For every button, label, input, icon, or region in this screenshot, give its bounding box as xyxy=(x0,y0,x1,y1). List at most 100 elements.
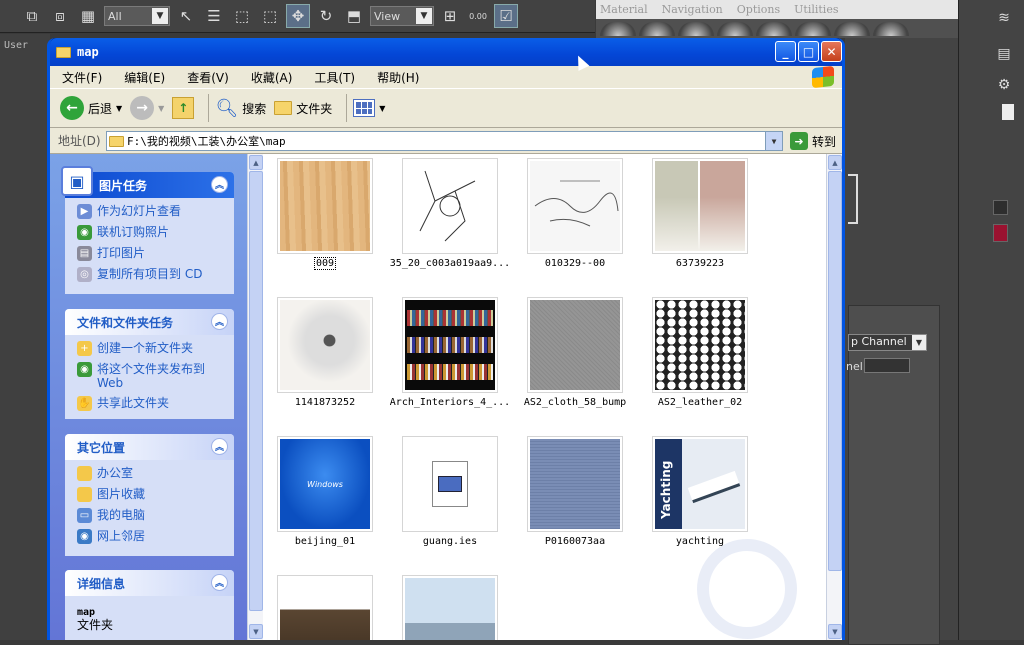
select-link-icon[interactable]: ⧉ xyxy=(20,4,44,28)
file-thumbnail[interactable]: Windows xyxy=(277,436,373,532)
maximize-button[interactable]: □ xyxy=(798,41,819,62)
file-thumbnail[interactable] xyxy=(652,297,748,393)
window-crossing-icon[interactable]: ⬚ xyxy=(258,4,282,28)
right-scrollbar[interactable]: ▲ ▼ xyxy=(826,154,842,640)
material-sphere[interactable] xyxy=(717,22,753,36)
chevron-down-icon[interactable]: ▼ xyxy=(765,132,782,150)
selection-filter-dropdown[interactable]: All ▼ xyxy=(104,6,170,26)
material-sphere[interactable] xyxy=(678,22,714,36)
mat-menu-material[interactable]: Material xyxy=(600,3,648,16)
other-places-header[interactable]: 其它位置 ︽ xyxy=(65,434,234,460)
search-button[interactable]: 🔍︎ 搜索 xyxy=(215,98,266,119)
pivot-center-icon[interactable]: ⊞ xyxy=(438,4,462,28)
color-swatch-dark[interactable] xyxy=(993,200,1008,215)
file-thumbnail[interactable]: Yachting xyxy=(652,436,748,532)
material-sphere[interactable] xyxy=(600,22,636,36)
channel-spinner[interactable] xyxy=(864,358,910,373)
panel-swatch[interactable] xyxy=(1002,104,1014,120)
address-field[interactable]: F:\我的视频\工装\办公室\map ▼ xyxy=(106,131,783,151)
file-thumbnail[interactable] xyxy=(277,575,373,640)
file-name[interactable]: yachting xyxy=(625,536,775,547)
file-thumbnail[interactable] xyxy=(277,158,373,254)
menu-view[interactable]: 查看(V) xyxy=(187,69,229,86)
place-my-pictures[interactable]: 图片收藏 xyxy=(77,487,234,502)
select-scale-icon[interactable]: ⬒ xyxy=(342,4,366,28)
scroll-up-icon[interactable]: ▲ xyxy=(249,155,263,170)
hierarchy-icon[interactable]: ⚙ xyxy=(992,75,1016,95)
file-thumbnail[interactable] xyxy=(402,158,498,254)
collapse-icon[interactable]: ︽ xyxy=(211,574,228,591)
menu-help[interactable]: 帮助(H) xyxy=(377,69,419,86)
collapse-icon[interactable]: ︽ xyxy=(211,438,228,455)
file-thumbnail[interactable] xyxy=(527,436,623,532)
forward-arrow-icon: → xyxy=(130,96,155,120)
unlink-icon[interactable]: ⧈ xyxy=(48,4,72,28)
scroll-down-icon[interactable]: ▼ xyxy=(249,624,263,639)
select-rotate-icon[interactable]: ↻ xyxy=(314,4,338,28)
mat-menu-navigation[interactable]: Navigation xyxy=(662,3,723,16)
rectangular-selection-icon[interactable]: ⬚ xyxy=(230,4,254,28)
material-sphere[interactable] xyxy=(639,22,675,36)
file-name[interactable]: 63739223 xyxy=(625,258,775,269)
snap-toggle-icon[interactable]: ☑ xyxy=(494,4,518,28)
list-icon[interactable]: ▤ xyxy=(992,44,1016,64)
scroll-down-icon[interactable]: ▼ xyxy=(828,624,842,639)
back-button[interactable]: ← 后退 ▼ xyxy=(60,96,122,120)
left-scrollbar[interactable]: ▲ ▼ xyxy=(247,154,263,640)
file-thumbnail[interactable] xyxy=(652,158,748,254)
menu-tools[interactable]: 工具(T) xyxy=(314,69,355,86)
file-name[interactable]: AS2_leather_02 xyxy=(625,397,775,408)
mat-menu-options[interactable]: Options xyxy=(737,3,780,16)
go-button[interactable]: ➜ 转到 xyxy=(790,132,836,150)
minimize-button[interactable]: _ xyxy=(775,41,796,62)
task-new-folder[interactable]: + 创建一个新文件夹 xyxy=(77,341,234,356)
folders-button[interactable]: 文件夹 xyxy=(274,100,332,117)
forward-button[interactable]: → ▼ xyxy=(130,96,164,120)
mat-menu-utilities[interactable]: Utilities xyxy=(794,3,838,16)
file-tasks-header[interactable]: 文件和文件夹任务 ︽ xyxy=(65,309,234,335)
task-slideshow[interactable]: ▶ 作为幻灯片查看 xyxy=(77,204,234,219)
views-button[interactable]: ▼ xyxy=(353,99,385,117)
viewport-label[interactable]: User xyxy=(4,40,28,51)
collapse-icon[interactable]: ︽ xyxy=(211,176,228,193)
layers-icon[interactable]: ≋ xyxy=(992,8,1016,28)
select-by-name-icon[interactable]: ☰ xyxy=(202,4,226,28)
bind-spacewarp-icon[interactable]: ▦ xyxy=(76,4,100,28)
picture-tasks-header[interactable]: ▣ 图片任务 ︽ xyxy=(61,166,234,198)
file-thumbnail[interactable] xyxy=(277,297,373,393)
material-sphere[interactable] xyxy=(795,22,831,36)
details-header[interactable]: 详细信息 ︽ xyxy=(65,570,234,596)
file-thumbnail[interactable] xyxy=(402,575,498,640)
close-button[interactable]: ✕ xyxy=(821,41,842,62)
scroll-up-icon[interactable]: ▲ xyxy=(828,155,842,170)
select-object-icon[interactable]: ↖ xyxy=(174,4,198,28)
task-order-prints[interactable]: ◉ 联机订购照片 xyxy=(77,225,234,240)
material-sphere[interactable] xyxy=(834,22,870,36)
file-thumbnail[interactable] xyxy=(402,436,498,532)
file-thumbnail[interactable] xyxy=(527,158,623,254)
place-network[interactable]: ◉ 网上邻居 xyxy=(77,529,234,544)
color-swatch-red[interactable] xyxy=(993,224,1008,242)
menu-favorites[interactable]: 收藏(A) xyxy=(251,69,293,86)
material-sphere[interactable] xyxy=(756,22,792,36)
place-office[interactable]: 办公室 xyxy=(77,466,234,481)
select-move-icon[interactable]: ✥ xyxy=(286,4,310,28)
scroll-thumb[interactable] xyxy=(828,171,842,571)
reference-coordinate-dropdown[interactable]: View ▼ xyxy=(370,6,434,26)
menu-edit[interactable]: 编辑(E) xyxy=(124,69,165,86)
up-folder-button[interactable]: ↑ xyxy=(172,97,195,119)
scroll-thumb[interactable] xyxy=(249,171,263,611)
explorer-window: map _ □ ✕ 文件(F) 编辑(E) 查看(V) 收藏(A) 工具(T) … xyxy=(47,38,845,640)
file-thumbnail[interactable] xyxy=(402,297,498,393)
task-copy-cd[interactable]: ◎ 复制所有项目到 CD xyxy=(77,267,234,282)
task-publish-web[interactable]: ◉ 将这个文件夹发布到 Web xyxy=(77,362,234,390)
map-channel-dropdown[interactable]: p Channel ▼ xyxy=(848,334,927,351)
task-print[interactable]: ▤ 打印图片 xyxy=(77,246,234,261)
title-bar[interactable]: map _ □ ✕ xyxy=(50,38,842,66)
place-my-computer[interactable]: ▭ 我的电脑 xyxy=(77,508,234,523)
task-share-folder[interactable]: ✋ 共享此文件夹 xyxy=(77,396,234,411)
file-thumbnail[interactable] xyxy=(527,297,623,393)
collapse-icon[interactable]: ︽ xyxy=(211,313,228,330)
material-sphere[interactable] xyxy=(873,22,909,36)
menu-file[interactable]: 文件(F) xyxy=(62,69,102,86)
